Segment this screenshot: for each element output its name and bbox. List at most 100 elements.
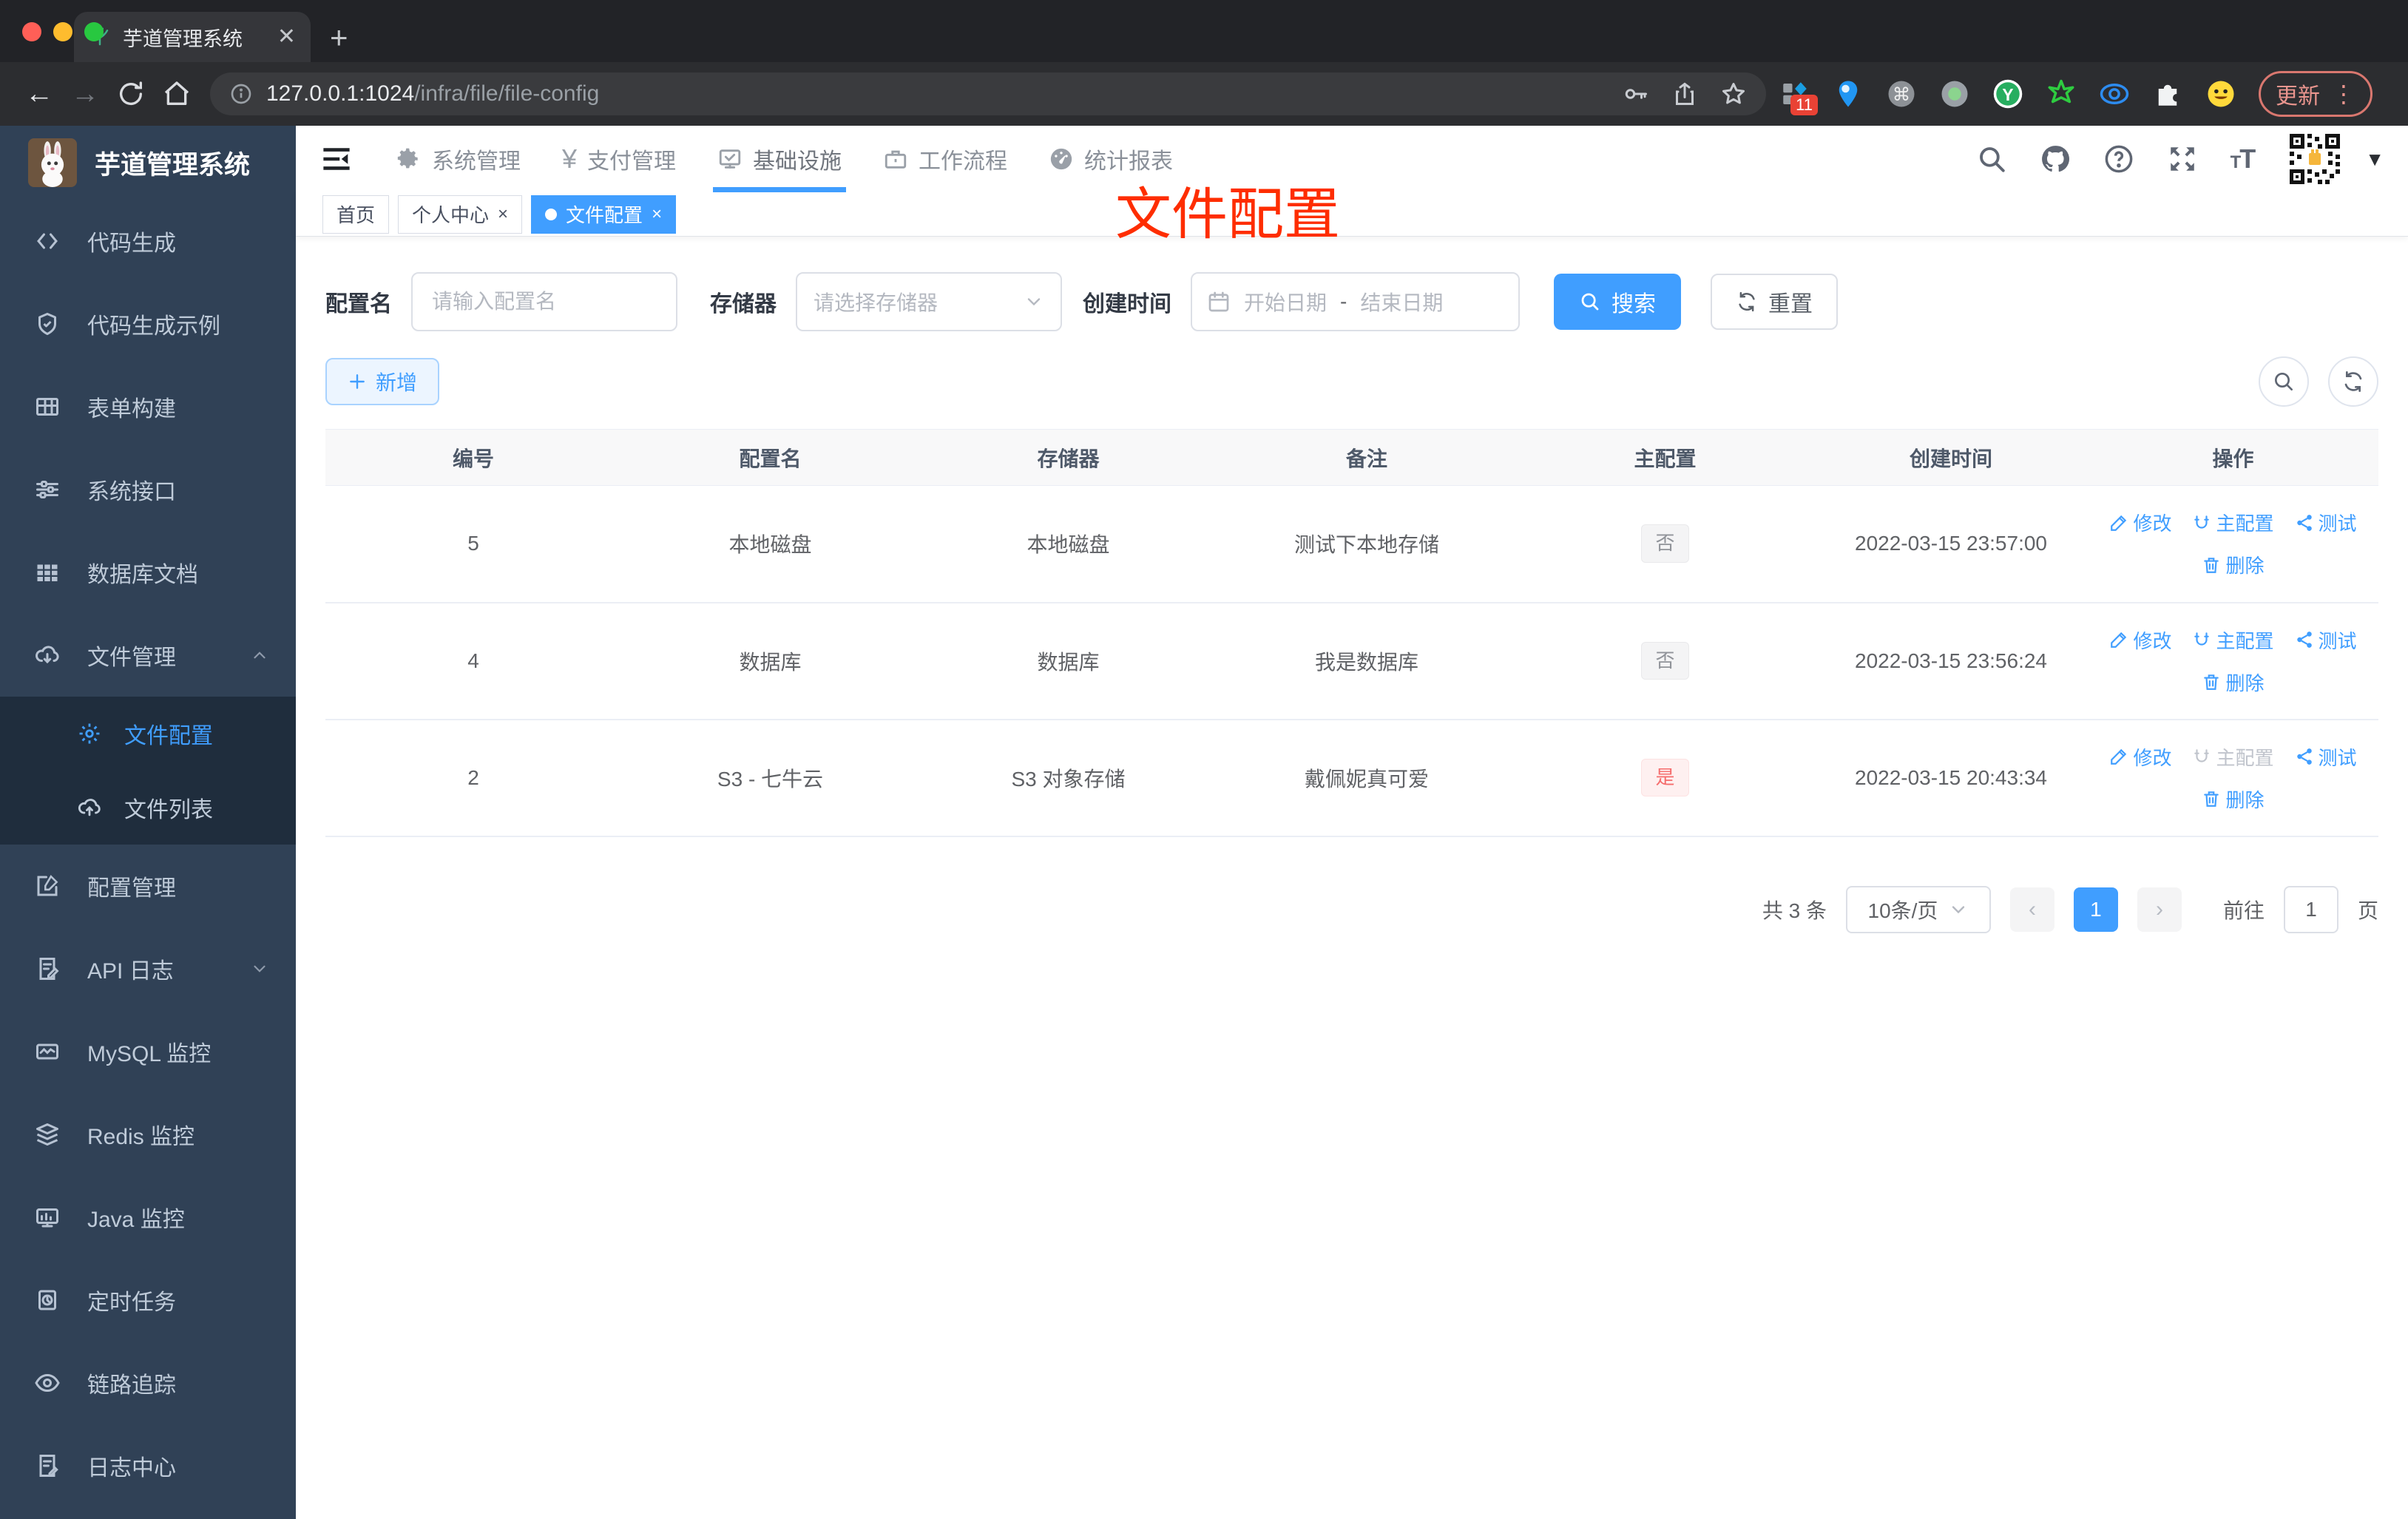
delete-link[interactable]: 删除	[2202, 551, 2265, 578]
tab-close-icon[interactable]: ×	[652, 204, 662, 225]
master-config-link[interactable]: 主配置	[2192, 509, 2274, 536]
tab-home[interactable]: 首页	[322, 194, 390, 234]
extension-dot-icon[interactable]	[1939, 78, 1970, 109]
share-icon[interactable]	[1671, 81, 1698, 107]
table-row: 4 数据库 数据库 我是数据库 否 2022-03-15 23:56:24 修改…	[325, 602, 2378, 720]
extension-puzzle-icon[interactable]	[2152, 78, 2183, 109]
test-link[interactable]: 测试	[2295, 509, 2357, 536]
sidebar-item-file-list[interactable]: 文件列表	[0, 771, 296, 845]
test-link[interactable]: 测试	[2295, 743, 2357, 771]
sidebar-item-code-demo[interactable]: 代码生成示例	[0, 283, 296, 365]
nav-item-label: 支付管理	[587, 149, 677, 174]
nav-item-pay[interactable]: ¥ 支付管理	[562, 126, 676, 192]
user-menu-caret-icon[interactable]: ▼	[2365, 148, 2384, 171]
tab-close-icon[interactable]: ✕	[277, 26, 296, 48]
bookmark-star-icon[interactable]	[1720, 81, 1747, 107]
extension-eye-icon[interactable]	[2099, 78, 2130, 109]
font-size-icon[interactable]: TT	[2231, 143, 2256, 175]
tab-profile[interactable]: 个人中心 ×	[398, 194, 523, 234]
close-window-button[interactable]	[22, 22, 41, 41]
sidebar-item-file-manage[interactable]: 文件管理	[0, 614, 296, 697]
app-title: 芋道管理系统	[95, 150, 251, 180]
extension-emoji-icon[interactable]	[2205, 78, 2236, 109]
sidebar-item-java-monitor[interactable]: Java 监控	[0, 1176, 296, 1259]
minimize-window-button[interactable]	[53, 22, 72, 41]
sidebar-item-redis-monitor[interactable]: Redis 监控	[0, 1093, 296, 1176]
back-icon[interactable]: ←	[25, 78, 53, 110]
sidebar-item-code-gen[interactable]: 代码生成	[0, 200, 296, 283]
edit-link[interactable]: 修改	[2109, 743, 2171, 771]
tab-close-icon[interactable]: ×	[498, 204, 508, 225]
sidebar-item-tracing[interactable]: 链路追踪	[0, 1342, 296, 1424]
nav-item-system[interactable]: 系统管理	[396, 126, 521, 192]
collapse-sidebar-icon[interactable]	[319, 142, 354, 176]
search-icon[interactable]	[1976, 143, 2007, 175]
extension-pin-icon[interactable]	[1833, 78, 1864, 109]
reload-icon[interactable]	[116, 79, 146, 109]
sidebar-item-file-config[interactable]: 文件配置	[0, 697, 296, 771]
fullscreen-icon[interactable]	[2167, 143, 2198, 175]
doc-edit-icon	[39, 958, 59, 980]
sidebar-item-system-api[interactable]: 系统接口	[0, 448, 296, 531]
sidebar-item-label: 配置管理	[87, 876, 176, 901]
browser-tab[interactable]: 芋道管理系统 ✕	[74, 12, 311, 62]
show-search-button[interactable]	[2259, 356, 2309, 407]
share-nodes-icon	[2296, 632, 2312, 648]
goto-page-input[interactable]	[2283, 885, 2338, 933]
sliders-icon	[36, 481, 58, 498]
nav-item-label: 系统管理	[432, 149, 521, 174]
sidebar-item-api-log[interactable]: API 日志	[0, 927, 296, 1010]
extension-grid-icon[interactable]: 11	[1779, 78, 1818, 115]
sidebar-item-db-doc[interactable]: 数据库文档	[0, 531, 296, 614]
password-key-icon[interactable]	[1623, 81, 1649, 107]
nav-item-workflow[interactable]: 工作流程	[883, 126, 1007, 192]
browser-update-button[interactable]: 更新 ⋮	[2259, 71, 2373, 117]
delete-link[interactable]: 删除	[2202, 669, 2265, 696]
edit-link[interactable]: 修改	[2109, 626, 2171, 654]
sidebar-item-label: Java 监控	[87, 1208, 185, 1232]
cell-id: 4	[325, 602, 621, 720]
main-area: 文件配置 系统管理 ¥ 支付管理 基础设施 工作流程 统计报表 TT ▼ 首页 …	[296, 126, 2408, 1519]
sidebar-item-log-center[interactable]: 日志中心	[0, 1424, 296, 1507]
extension-command-icon[interactable]: ⌘	[1886, 78, 1917, 109]
address-bar[interactable]: 127.0.0.1:1024/infra/file/file-config	[210, 72, 1766, 115]
tab-file-config[interactable]: 文件配置 ×	[531, 194, 677, 234]
storage-select[interactable]: 请选择存储器	[796, 272, 1062, 331]
next-page-button[interactable]: ›	[2137, 887, 2182, 932]
browser-menu-icon[interactable]: ⋮	[2332, 80, 2355, 108]
home-icon[interactable]	[162, 79, 192, 109]
sidebar-item-config-manage[interactable]: 配置管理	[0, 845, 296, 927]
sidebar-item-mysql-monitor[interactable]: MySQL 监控	[0, 1010, 296, 1093]
goto-unit: 页	[2357, 899, 2378, 922]
new-tab-button[interactable]: +	[330, 22, 348, 53]
site-info-icon[interactable]	[229, 82, 253, 106]
refresh-table-button[interactable]	[2328, 356, 2378, 407]
extension-y-icon[interactable]: Y	[1992, 78, 2023, 109]
extension-star-icon[interactable]	[2046, 78, 2077, 109]
sidebar-item-form-builder[interactable]: 表单构建	[0, 365, 296, 448]
search-button[interactable]: 搜索	[1554, 274, 1681, 330]
delete-link[interactable]: 删除	[2202, 785, 2265, 813]
help-icon[interactable]	[2103, 143, 2134, 175]
config-name-input[interactable]	[411, 272, 677, 331]
reset-button[interactable]: 重置	[1711, 274, 1838, 330]
url-host: 127.0.0.1:1024	[266, 81, 415, 106]
test-link[interactable]: 测试	[2295, 626, 2357, 654]
nav-item-infra[interactable]: 基础设施	[713, 126, 847, 192]
date-range-picker[interactable]: 开始日期 - 结束日期	[1191, 272, 1520, 331]
active-tab-dot	[545, 208, 558, 220]
add-button[interactable]: 新增	[325, 358, 440, 405]
edit-link[interactable]: 修改	[2109, 509, 2171, 536]
prev-page-button[interactable]: ‹	[2009, 887, 2054, 932]
page-size-select[interactable]: 10条/页	[1845, 885, 1991, 933]
current-page-button[interactable]: 1	[2073, 887, 2118, 932]
edit-square-icon	[37, 875, 58, 896]
user-avatar-qr[interactable]	[2287, 131, 2344, 187]
maximize-window-button[interactable]	[84, 22, 104, 41]
sidebar-item-cron-job[interactable]: 定时任务	[0, 1259, 296, 1342]
master-config-link[interactable]: 主配置	[2192, 626, 2274, 654]
github-icon[interactable]	[2040, 143, 2071, 175]
pagination-total: 共 3 条	[1762, 899, 1827, 922]
forward-icon[interactable]: →	[71, 78, 99, 110]
reset-icon	[1739, 291, 1755, 312]
